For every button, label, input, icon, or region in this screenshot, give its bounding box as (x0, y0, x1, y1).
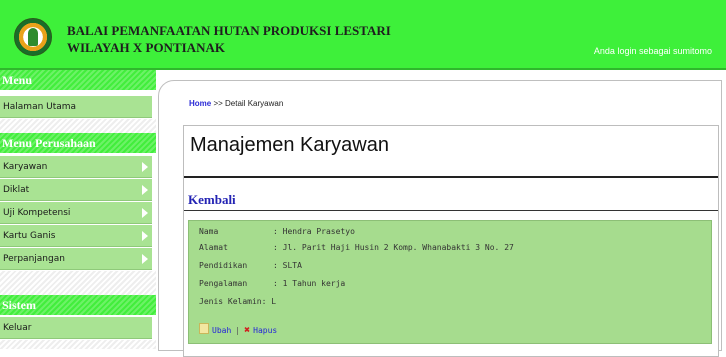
title-divider (184, 176, 718, 178)
delete-icon: ✖ (244, 325, 251, 336)
breadcrumb-separator: >> (211, 99, 226, 108)
sidebar-item-perpanjangan[interactable]: Perpanjangan (0, 248, 152, 270)
sidebar-item-karyawan[interactable]: Karyawan (0, 156, 152, 178)
tree-icon (28, 28, 38, 46)
main-panel: Home >> Detail Karyawan Manajemen Karyaw… (158, 80, 722, 357)
detail-row-alamat: Alamat : Jl. Parit Haji Husin 2 Komp. Wha… (199, 243, 514, 252)
detail-row-pendidikan: Pendidikan : SLTA (199, 261, 302, 270)
sidebar-section-menu-perusahaan: Menu Perusahaan (0, 133, 156, 153)
detail-value: : 1 Tahun kerja (273, 279, 346, 288)
arrow-right-icon (142, 185, 148, 195)
breadcrumb-home-link[interactable]: Home (189, 99, 211, 108)
action-separator: | (235, 326, 241, 335)
edit-icon (199, 323, 209, 334)
detail-value: : SLTA (273, 261, 302, 270)
edit-link[interactable]: Ubah (212, 326, 231, 335)
sidebar-item-kartu-ganis[interactable]: Kartu Ganis (0, 225, 152, 247)
arrow-right-icon (142, 254, 148, 264)
back-link[interactable]: Kembali (188, 192, 236, 208)
logo (14, 18, 52, 56)
arrow-right-icon (142, 208, 148, 218)
breadcrumb: Home >> Detail Karyawan (189, 99, 283, 108)
org-title-line1: BALAI PEMANFAATAN HUTAN PRODUKSI LESTARI (67, 23, 391, 38)
detail-label: Jenis Kelamin (199, 297, 262, 306)
content-box: Manajemen Karyawan Kembali Nama : Hendra … (183, 125, 719, 357)
action-bar: Ubah | ✖ Hapus (199, 323, 277, 336)
section-divider (184, 210, 718, 211)
page-title: Manajemen Karyawan (190, 134, 389, 156)
detail-label: Pengalaman (199, 279, 248, 288)
sidebar-item-halaman-utama[interactable]: Halaman Utama (0, 96, 152, 118)
sidebar-item-label: Perpanjangan (3, 254, 65, 264)
sidebar-item-label: Kartu Ganis (3, 231, 56, 241)
sidebar-item-label: Karyawan (3, 162, 48, 172)
login-status: Anda login sebagai sumitomo (593, 46, 712, 56)
breadcrumb-current: Detail Karyawan (225, 99, 284, 108)
sidebar-item-uji-kompetensi[interactable]: Uji Kompetensi (0, 202, 152, 224)
detail-row-nama: Nama : Hendra Prasetyo (199, 227, 355, 236)
arrow-right-icon (142, 231, 148, 241)
org-title-line2: WILAYAH X PONTIANAK (67, 40, 225, 55)
arrow-right-icon (142, 162, 148, 172)
detail-label: Alamat (199, 243, 228, 252)
sidebar-item-keluar[interactable]: Keluar (0, 317, 152, 339)
sidebar-divider (0, 271, 156, 295)
sidebar-section-menu: Menu (0, 70, 156, 90)
sidebar-item-diklat[interactable]: Diklat (0, 179, 152, 201)
detail-value: : Hendra Prasetyo (273, 227, 355, 236)
sidebar-divider (0, 119, 156, 133)
sidebar-item-label: Diklat (3, 185, 30, 195)
employee-detail-panel: Nama : Hendra Prasetyo Alamat : Jl. Parit … (188, 220, 712, 344)
detail-value: : Jl. Parit Haji Husin 2 Komp. Whanabakt… (273, 243, 514, 252)
sidebar: Menu Halaman Utama Menu Perusahaan Karya… (0, 70, 156, 349)
delete-link[interactable]: Hapus (253, 326, 277, 335)
sidebar-divider (0, 340, 156, 349)
detail-label: Pendidikan (199, 261, 248, 270)
org-title: BALAI PEMANFAATAN HUTAN PRODUKSI LESTARI… (67, 22, 391, 56)
detail-label: Nama (199, 227, 219, 236)
detail-row-jenis-kelamin: Jenis Kelamin: L (199, 297, 276, 306)
detail-row-pengalaman: Pengalaman : 1 Tahun kerja (199, 279, 345, 288)
header-banner: BALAI PEMANFAATAN HUTAN PRODUKSI LESTARI… (0, 0, 726, 70)
detail-value: : L (261, 297, 277, 306)
sidebar-section-sistem: Sistem (0, 295, 156, 315)
sidebar-item-label: Uji Kompetensi (3, 208, 71, 218)
